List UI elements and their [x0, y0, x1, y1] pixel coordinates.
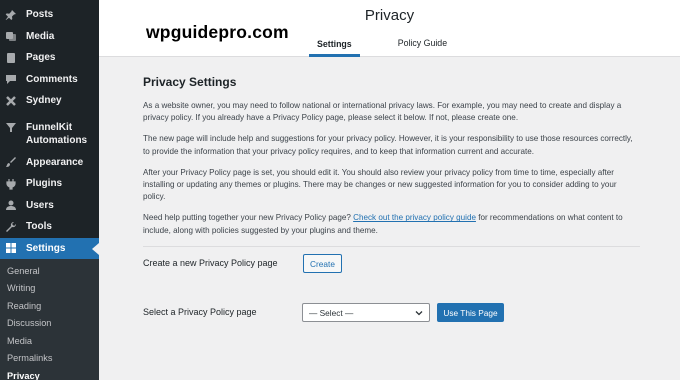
media-icon — [5, 30, 17, 42]
submenu-item-writing[interactable]: Writing — [0, 280, 99, 298]
admin-sidebar: Posts Media Pages Comments Sydney Funnel… — [0, 0, 99, 380]
sidebar-item-label: Plugins — [26, 178, 63, 190]
policy-page-select[interactable]: — Select — — [302, 303, 430, 322]
sidebar-item-pages[interactable]: Pages — [0, 47, 99, 69]
comment-icon — [5, 73, 17, 85]
sidebar-item-label: Settings — [26, 242, 66, 254]
sidebar-item-settings[interactable]: Settings — [0, 237, 99, 259]
intro-paragraph: As a website owner, you may need to foll… — [143, 101, 622, 123]
help-prefix: Need help putting together your new Priv… — [143, 213, 354, 223]
sidebar-item-funnelkit[interactable]: FunnelKit Automations — [0, 118, 99, 152]
select-policy-label: Select a Privacy Policy page — [143, 307, 257, 317]
sidebar-item-label: Sydney — [26, 95, 62, 107]
section-title: Privacy Settings — [143, 75, 237, 89]
chevron-down-icon — [415, 309, 423, 317]
tab-settings[interactable]: Settings — [309, 34, 360, 57]
page-header: wpguidepro.com Privacy Settings Policy G… — [99, 0, 680, 57]
submenu-item-media[interactable]: Media — [0, 332, 99, 350]
sidebar-item-media[interactable]: Media — [0, 26, 99, 48]
submenu-item-reading[interactable]: Reading — [0, 297, 99, 315]
settings-icon — [5, 242, 17, 254]
brand-watermark: wpguidepro.com — [146, 22, 289, 42]
page-icon — [5, 52, 17, 64]
sidebar-item-tools[interactable]: Tools — [0, 216, 99, 238]
create-button[interactable]: Create — [303, 254, 342, 273]
use-this-page-button[interactable]: Use This Page — [437, 303, 504, 322]
pin-icon — [5, 9, 17, 21]
wrench-icon — [5, 221, 17, 233]
create-policy-label: Create a new Privacy Policy page — [143, 258, 278, 268]
divider — [143, 245, 640, 247]
page-title: Privacy — [364, 7, 415, 24]
settings-submenu: General Writing Reading Discussion Media… — [0, 259, 99, 380]
tab-policy-guide[interactable]: Policy Guide — [398, 34, 447, 57]
sidebar-item-label: Comments — [26, 73, 78, 85]
user-icon — [5, 199, 17, 211]
sidebar-item-label: Appearance — [26, 156, 84, 168]
create-policy-row: Create a new Privacy Policy page — [143, 258, 278, 268]
sidebar-item-label: Media — [26, 30, 55, 42]
submenu-item-privacy[interactable]: Privacy — [0, 367, 99, 380]
sydney-icon — [5, 95, 17, 107]
responsibility-paragraph: The new page will include help and sugge… — [143, 134, 633, 156]
sidebar-item-sydney[interactable]: Sydney — [0, 90, 99, 112]
plug-icon — [5, 178, 17, 190]
sidebar-item-appearance[interactable]: Appearance — [0, 152, 99, 174]
sidebar-item-label: Pages — [26, 52, 56, 64]
sidebar-item-label: Posts — [26, 9, 54, 21]
privacy-settings-section: Privacy Settings As a website owner, you… — [143, 75, 640, 247]
sidebar-item-label: Tools — [26, 221, 52, 233]
sidebar-item-users[interactable]: Users — [0, 195, 99, 217]
sidebar-item-comments[interactable]: Comments — [0, 69, 99, 91]
select-value: — Select — — [309, 307, 354, 318]
brush-icon — [5, 156, 17, 168]
sidebar-item-posts[interactable]: Posts — [0, 4, 99, 26]
submenu-item-discussion[interactable]: Discussion — [0, 315, 99, 333]
tab-bar: Settings Policy Guide — [309, 34, 493, 57]
sidebar-item-plugins[interactable]: Plugins — [0, 173, 99, 195]
help-paragraph: Need help putting together your new Priv… — [143, 212, 640, 236]
privacy-guide-link[interactable]: Check out the privacy policy guide — [353, 213, 476, 222]
sidebar-item-label: Users — [26, 199, 54, 211]
sidebar-item-label: FunnelKit Automations — [26, 121, 88, 146]
submenu-item-permalinks[interactable]: Permalinks — [0, 350, 99, 368]
submenu-item-general[interactable]: General — [0, 262, 99, 280]
funnelkit-icon — [5, 121, 17, 133]
review-paragraph: After your Privacy Policy page is set, y… — [143, 167, 617, 202]
